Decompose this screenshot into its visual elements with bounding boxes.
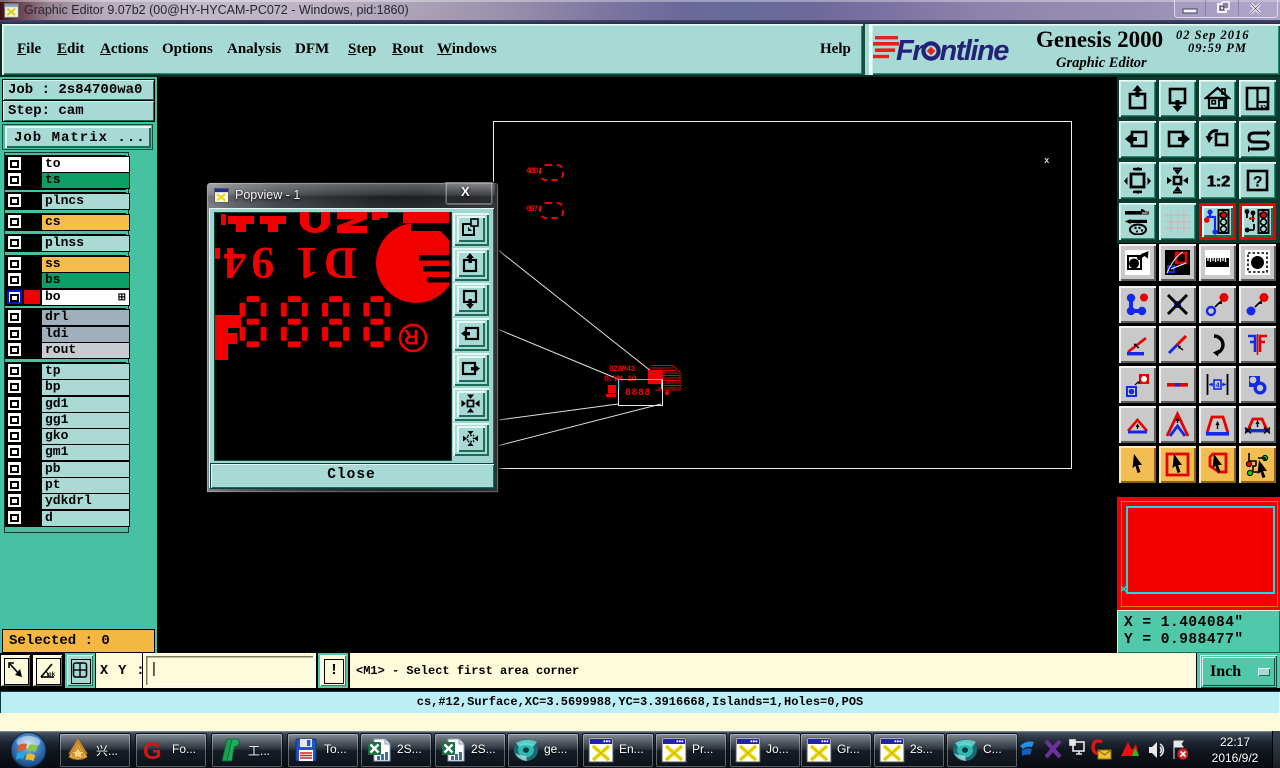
svg-text:D1 94: D1 94 <box>218 238 357 289</box>
svg-text:02AM43: 02AM43 <box>609 365 636 374</box>
